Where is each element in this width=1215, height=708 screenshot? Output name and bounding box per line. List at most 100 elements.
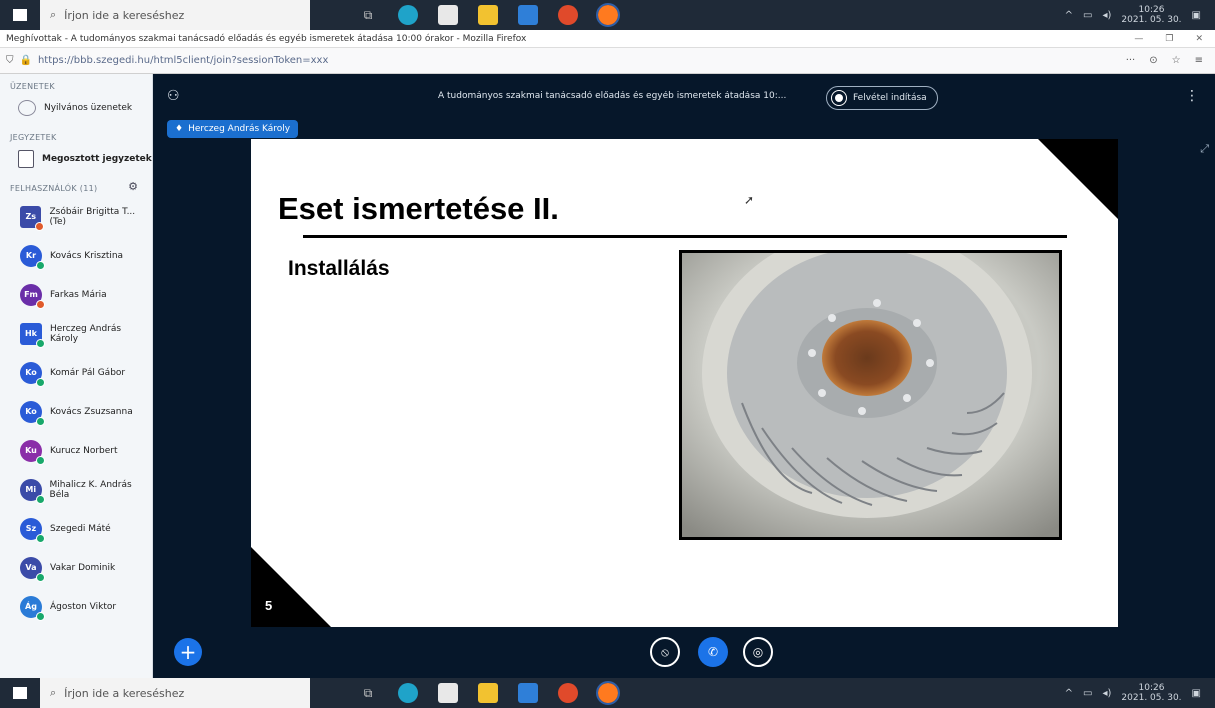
user-list-item[interactable]: Fm Farkas Mária [0,275,152,314]
mouse-cursor-icon: ➚ [744,193,755,207]
avatar: Zs [20,205,45,231]
pocket-icon[interactable]: ⊙ [1149,55,1157,66]
task-view-icon[interactable]: ⧉ [358,683,378,703]
task-view-icon[interactable]: ⧉ [358,5,378,25]
fullscreen-icon[interactable]: ⤢ [1200,142,1209,156]
gear-icon[interactable]: ⚙ [128,180,138,193]
minimize-icon[interactable]: — [1134,34,1143,44]
avatar: Ág [20,595,45,621]
lock-icon[interactable]: 🔒 [20,55,32,66]
slide-corner-decoration [251,547,331,627]
clock-time: 10:26 [1138,683,1165,693]
volume-icon[interactable]: ◂) [1103,10,1112,21]
firefox-icon[interactable] [596,681,620,705]
presentation-area: ⚇ A tudományos szakmai tanácsadó előadás… [153,74,1215,678]
meeting-top-bar: ⚇ A tudományos szakmai tanácsadó előadás… [153,74,1215,122]
windows-logo-icon [13,687,27,699]
presentation-slide: Eset ismertetése II. Installálás ➚ 5 [251,139,1118,627]
more-options-icon[interactable]: ⋮ [1185,88,1199,104]
public-chat-item[interactable]: Nyilvános üzenetek [0,91,152,125]
messages-heading: ÜZENETEK [10,82,55,91]
mail-icon[interactable] [518,5,538,25]
record-button[interactable]: Felvétel indítása [826,86,938,110]
notifications-icon[interactable]: ▣ [1192,688,1201,699]
browser-title-bar: Meghívottak - A tudományos szakmai tanác… [0,30,1215,48]
firefox-icon[interactable] [596,3,620,27]
actions-plus-button[interactable]: + [174,638,202,666]
mute-microphone-button[interactable]: ⦸ [650,637,680,667]
user-list-item[interactable]: Hk Herczeg András Károly [0,314,152,353]
shared-notes-label: Megosztott jegyzetek [42,154,152,164]
taskbar-search[interactable]: ⌕ Írjon ide a kereséshez [40,0,310,30]
status-dot [35,221,45,231]
taskbar-clock[interactable]: 10:26 2021. 05. 30. [1121,5,1181,25]
mail-icon[interactable] [518,683,538,703]
volume-icon[interactable]: ◂) [1103,688,1112,699]
chrome-icon[interactable] [558,683,578,703]
microphone-muted-icon: ⦸ [661,644,669,659]
avatar-initials: Mi [25,485,37,494]
user-list-item[interactable]: Ág Ágoston Viktor [0,587,152,626]
edge-icon[interactable] [398,683,418,703]
bookmark-star-icon[interactable]: ☆ [1172,55,1181,66]
avatar: Kr [20,244,45,270]
taskbar-clock[interactable]: 10:26 2021. 05. 30. [1121,683,1181,703]
close-icon[interactable]: ✕ [1195,34,1203,44]
phone-icon: ✆ [707,645,719,659]
user-name: Mihalicz K. András Béla [49,479,132,500]
slide-corner-decoration [1038,139,1118,219]
avatar-initials: Kr [25,251,37,260]
user-name: Komár Pál Gábor [50,367,126,378]
store-icon[interactable] [438,683,458,703]
presenter-name: Herczeg András Károly [188,124,291,134]
file-explorer-icon[interactable] [478,5,498,25]
user-list-item[interactable]: Kr Kovács Krisztina [0,236,152,275]
public-chat-label: Nyilvános üzenetek [44,103,133,113]
network-icon[interactable]: ▭ [1083,688,1092,699]
tray-chevron-icon[interactable]: ^ [1065,688,1073,699]
record-label: Felvétel indítása [853,93,927,103]
taskbar-search-placeholder: Írjon ide a kereséshez [64,8,185,22]
maximize-icon[interactable]: ❐ [1165,34,1173,44]
presenter-badge: ♦ Herczeg András Károly [167,120,299,138]
file-explorer-icon[interactable] [478,683,498,703]
browser-title: Meghívottak - A tudományos szakmai tanác… [6,33,527,44]
url-input[interactable]: https://bbb.szegedi.hu/html5client/join?… [38,55,1120,66]
user-list-item[interactable]: Ku Kurucz Norbert [0,431,152,470]
user-list-item[interactable]: Zs Zsóbáir Brigitta T... (Te) [0,197,152,236]
taskbar-search[interactable]: ⌕ Írjon ide a kereséshez [40,678,310,708]
user-name: Zsóbáir Brigitta T... (Te) [49,206,136,227]
notifications-icon[interactable]: ▣ [1192,10,1201,21]
chrome-icon[interactable] [558,5,578,25]
user-list-item[interactable]: Mi Mihalicz K. András Béla [0,470,152,509]
status-dot [36,611,45,621]
slide-title: Eset ismertetése II. [278,191,559,226]
shield-icon[interactable]: ⛉ [6,55,14,66]
meeting-controls: + ⦸ ✆ ◎ [153,627,1215,678]
menu-icon[interactable]: ≡ [1195,55,1203,66]
user-list-item[interactable]: Sz Szegedi Máté [0,509,152,548]
webcam-button[interactable]: ◎ [743,637,773,667]
slide-divider [303,235,1067,238]
edge-icon[interactable] [398,5,418,25]
user-name: Ágoston Viktor [50,601,117,612]
page-actions-icon[interactable]: ··· [1126,55,1136,66]
audio-phone-button[interactable]: ✆ [698,637,728,667]
user-list-item[interactable]: Va Vakar Dominik [0,548,152,587]
user-list-item[interactable]: Ko Kovács Zsuzsanna [0,392,152,431]
start-button[interactable] [0,0,40,30]
network-icon[interactable]: ▭ [1083,10,1092,21]
avatar-initials: Sz [25,524,37,533]
avatar: Fm [20,283,45,309]
avatar: Hk [20,322,45,348]
avatar: Mi [20,478,45,504]
toggle-userlist-icon[interactable]: ⚇ [167,88,180,104]
shared-notes-item[interactable]: Megosztott jegyzetek [0,142,152,176]
start-button[interactable] [0,678,40,708]
taskbar-search-placeholder: Írjon ide a kereséshez [64,686,185,700]
user-list-item[interactable]: Ko Komár Pál Gábor [0,353,152,392]
user-name: Farkas Mária [50,289,107,300]
search-icon: ⌕ [50,686,57,699]
store-icon[interactable] [438,5,458,25]
tray-chevron-icon[interactable]: ^ [1065,10,1073,21]
